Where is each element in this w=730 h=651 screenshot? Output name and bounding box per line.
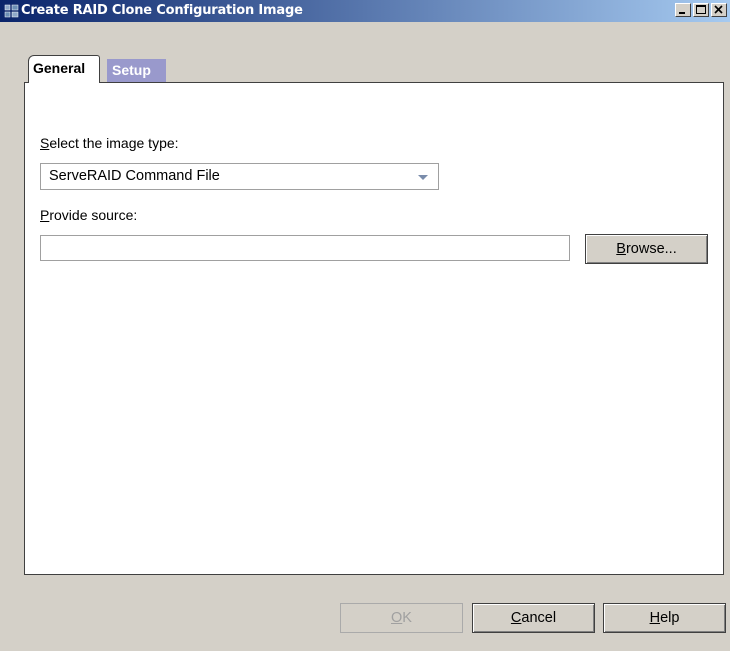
- app-icon: [4, 4, 20, 18]
- source-input[interactable]: [40, 235, 570, 261]
- dialog-window: Create RAID Clone Configuration Image Ge…: [0, 0, 730, 651]
- cancel-button[interactable]: Cancel: [472, 603, 595, 633]
- image-type-select[interactable]: ServeRAID Command File: [40, 163, 439, 190]
- minimize-icon: [679, 12, 685, 14]
- source-label: Provide source:: [40, 207, 138, 223]
- image-type-label: Select the image type:: [40, 135, 179, 151]
- tab-setup-label: Setup: [112, 62, 151, 78]
- chevron-down-icon: [418, 175, 428, 180]
- browse-button[interactable]: Browse...: [585, 234, 708, 264]
- tab-general-label: General: [33, 60, 86, 76]
- tab-general[interactable]: General: [28, 55, 100, 83]
- close-button[interactable]: [711, 3, 727, 17]
- help-button[interactable]: Help: [603, 603, 726, 633]
- window-title: Create RAID Clone Configuration Image: [21, 3, 303, 18]
- ok-button[interactable]: OK: [340, 603, 463, 633]
- tab-setup[interactable]: Setup: [106, 58, 167, 82]
- general-panel: [24, 82, 724, 575]
- minimize-button[interactable]: [675, 3, 691, 17]
- image-type-value: ServeRAID Command File: [49, 168, 220, 184]
- close-icon: [714, 5, 723, 14]
- maximize-icon: [696, 5, 706, 14]
- title-bar[interactable]: Create RAID Clone Configuration Image: [0, 0, 730, 22]
- maximize-button[interactable]: [693, 3, 709, 17]
